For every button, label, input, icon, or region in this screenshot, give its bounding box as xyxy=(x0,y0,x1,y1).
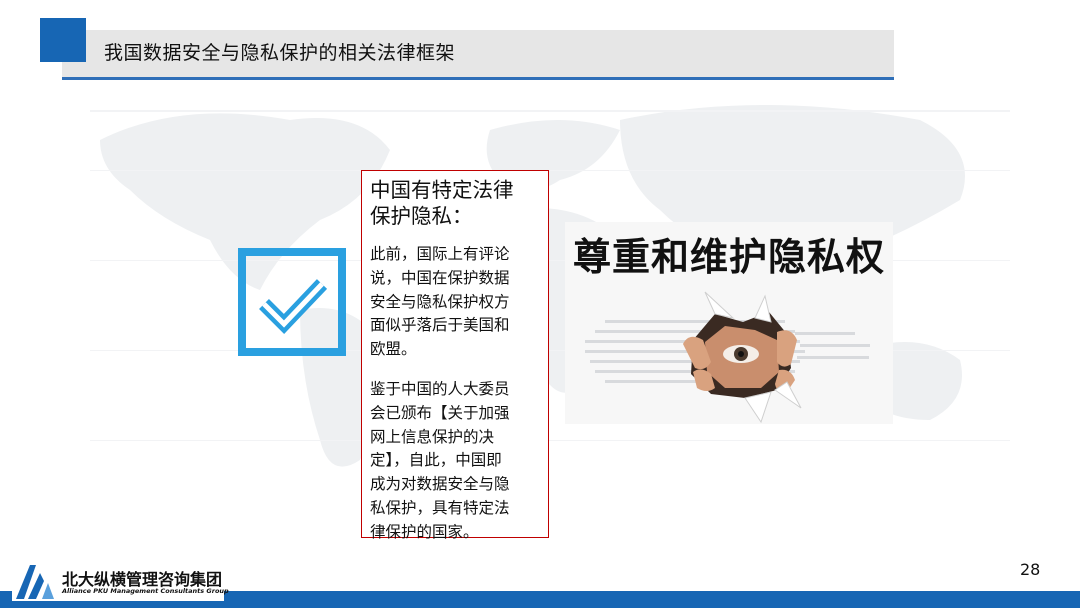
page-number: 28 xyxy=(1020,560,1041,579)
paragraph-line: 欧盟。 xyxy=(370,340,417,359)
panel-heading-line: 保护隐私： xyxy=(370,204,473,228)
law-text-panel: 中国有特定法律 保护隐私： 此前，国际上有评论 说，中国在保护数据 安全与隐私保… xyxy=(361,170,549,541)
privacy-image: 尊重和维护隐私权 xyxy=(565,222,893,424)
company-logo: 北大纵横管理咨询集团 Alliance PKU Management Consu… xyxy=(12,561,229,601)
paragraph-line: 律保护的国家。 xyxy=(370,522,479,541)
world-map-background xyxy=(90,105,1010,467)
checkmark-icon xyxy=(238,248,346,356)
paragraph-line: 定】，自此，中国即 xyxy=(370,451,502,470)
company-name-en: Alliance PKU Management Consultants Grou… xyxy=(62,587,229,595)
paragraph-line: 会已颁布【关于加强 xyxy=(370,403,510,422)
paragraph-line: 说，中国在保护数据 xyxy=(370,268,510,287)
paragraph-line: 面似乎落后于美国和 xyxy=(370,316,510,335)
paragraph-line: 此前，国际上有评论 xyxy=(370,245,510,263)
paragraph-line: 鉴于中国的人大委员 xyxy=(370,379,510,398)
title-underline xyxy=(62,77,894,80)
slide: 我国数据安全与隐私保护的相关法律框架 中国有特定法律 保护隐私： 此前，国际上有… xyxy=(0,0,1080,608)
panel-paragraph-2: 鉴于中国的人大委员 会已颁布【关于加强 网上信息保护的决 定】，自此，中国即 成… xyxy=(370,378,540,545)
slide-title: 我国数据安全与隐私保护的相关法律框架 xyxy=(104,42,456,64)
panel-heading: 中国有特定法律 保护隐私： xyxy=(370,177,540,229)
panel-heading-line: 中国有特定法律 xyxy=(370,178,514,202)
paragraph-line: 私保护，具有特定法 xyxy=(370,498,510,517)
panel-paragraph-1: 此前，国际上有评论 说，中国在保护数据 安全与隐私保护权方 面似乎落后于美国和 … xyxy=(370,243,540,362)
image-caption: 尊重和维护隐私权 xyxy=(572,235,885,279)
paragraph-line: 成为对数据安全与隐 xyxy=(370,475,510,494)
paragraph-line: 网上信息保护的决 xyxy=(370,427,495,446)
title-accent-square xyxy=(40,18,86,62)
pku-logo-icon xyxy=(16,565,54,599)
paragraph-line: 安全与隐私保护权方 xyxy=(370,292,510,311)
